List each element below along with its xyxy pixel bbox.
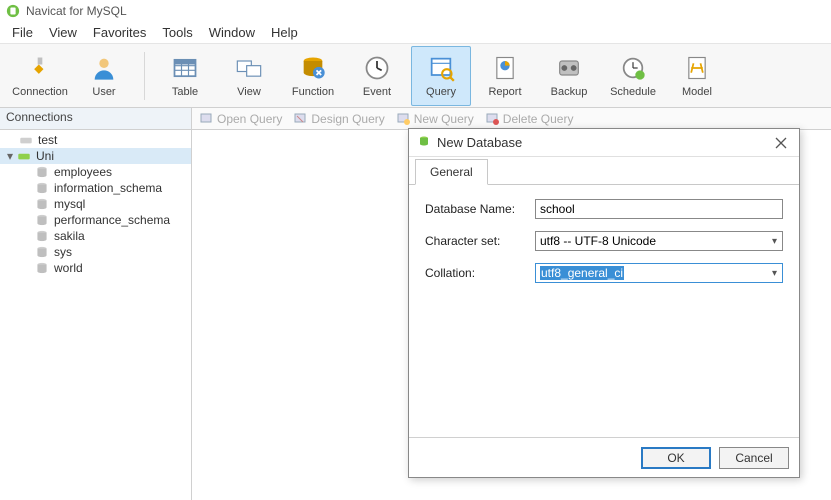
- toolbar-view[interactable]: View: [219, 46, 279, 106]
- connection-on-icon: [16, 149, 32, 163]
- database-icon: [34, 261, 50, 275]
- tree-db-mysql[interactable]: mysql: [0, 196, 191, 212]
- design-query-action[interactable]: Design Query: [294, 112, 384, 126]
- schedule-icon: [619, 54, 647, 82]
- open-query-action[interactable]: Open Query: [200, 112, 282, 126]
- new-query-icon: [397, 112, 411, 126]
- menu-tools[interactable]: Tools: [154, 23, 200, 42]
- input-database-name[interactable]: [535, 199, 783, 219]
- tree-db-information-schema[interactable]: information_schema: [0, 180, 191, 196]
- toolbar-table[interactable]: Table: [155, 46, 215, 106]
- label-character-set: Character set:: [425, 234, 535, 248]
- menu-window[interactable]: Window: [201, 23, 263, 42]
- database-icon: [34, 165, 50, 179]
- toolbar-user[interactable]: User: [74, 46, 134, 106]
- plug-icon: [26, 54, 54, 82]
- tab-general[interactable]: General: [415, 159, 488, 185]
- user-icon: [90, 54, 118, 82]
- select-character-set[interactable]: utf8 -- UTF-8 Unicode ▾: [535, 231, 783, 251]
- view-icon: [235, 54, 263, 82]
- delete-query-icon: [486, 112, 500, 126]
- model-icon: [683, 54, 711, 82]
- title-bar: Navicat for MySQL: [0, 0, 831, 22]
- tree-db-world[interactable]: world: [0, 260, 191, 276]
- chevron-down-icon: ▾: [769, 236, 780, 247]
- database-icon: [34, 245, 50, 259]
- database-icon: [34, 213, 50, 227]
- menu-file[interactable]: File: [4, 23, 41, 42]
- function-icon: [299, 54, 327, 82]
- toolbar-model[interactable]: Model: [667, 46, 727, 106]
- dialog-footer: OK Cancel: [409, 437, 799, 477]
- tree-db-sys[interactable]: sys: [0, 244, 191, 260]
- query-icon: [427, 54, 455, 82]
- toolbar-report[interactable]: Report: [475, 46, 535, 106]
- toolbar-separator: [144, 52, 145, 100]
- open-query-icon: [200, 112, 214, 126]
- toolbar-function[interactable]: Function: [283, 46, 343, 106]
- menu-view[interactable]: View: [41, 23, 85, 42]
- dialog-body: Database Name: Character set: utf8 -- UT…: [409, 185, 799, 437]
- toolbar-event[interactable]: Event: [347, 46, 407, 106]
- label-collation: Collation:: [425, 266, 535, 280]
- database-icon: [34, 181, 50, 195]
- ok-button[interactable]: OK: [641, 447, 711, 469]
- app-title: Navicat for MySQL: [26, 4, 127, 18]
- connections-panel-header: Connections: [0, 108, 192, 129]
- toolbar-schedule[interactable]: Schedule: [603, 46, 663, 106]
- tree-db-performance-schema[interactable]: performance_schema: [0, 212, 191, 228]
- clock-icon: [363, 54, 391, 82]
- tree-connection-uni[interactable]: ▾ Uni: [0, 148, 191, 164]
- menu-bar: File View Favorites Tools Window Help: [0, 22, 831, 44]
- toolbar-backup[interactable]: Backup: [539, 46, 599, 106]
- backup-icon: [555, 54, 583, 82]
- database-icon: [34, 229, 50, 243]
- sub-toolbar: Connections Open Query Design Query New …: [0, 108, 831, 130]
- app-icon: [6, 4, 20, 18]
- database-icon: [417, 134, 431, 151]
- main-toolbar: Connection User Table View Function Even…: [0, 44, 831, 108]
- toolbar-query[interactable]: Query: [411, 46, 471, 106]
- tree-db-sakila[interactable]: sakila: [0, 228, 191, 244]
- database-icon: [34, 197, 50, 211]
- dialog-title-bar: New Database: [409, 129, 799, 157]
- connections-tree: test ▾ Uni employees information_schema …: [0, 130, 192, 500]
- cancel-button[interactable]: Cancel: [719, 447, 789, 469]
- table-icon: [171, 54, 199, 82]
- connection-off-icon: [18, 133, 34, 147]
- tree-db-employees[interactable]: employees: [0, 164, 191, 180]
- toolbar-connection[interactable]: Connection: [10, 46, 70, 106]
- new-database-dialog: New Database General Database Name: Char…: [408, 128, 800, 478]
- new-query-action[interactable]: New Query: [397, 112, 474, 126]
- design-query-icon: [294, 112, 308, 126]
- dialog-tabs: General: [409, 157, 799, 185]
- delete-query-action[interactable]: Delete Query: [486, 112, 574, 126]
- chevron-down-icon: ▾: [769, 268, 780, 279]
- menu-help[interactable]: Help: [263, 23, 306, 42]
- report-icon: [491, 54, 519, 82]
- close-button[interactable]: [771, 133, 791, 153]
- menu-favorites[interactable]: Favorites: [85, 23, 154, 42]
- select-collation[interactable]: utf8_general_ci ▾: [535, 263, 783, 283]
- label-database-name: Database Name:: [425, 202, 535, 216]
- dialog-title: New Database: [437, 135, 522, 150]
- expand-icon[interactable]: ▾: [4, 149, 16, 163]
- tree-connection-test[interactable]: test: [0, 132, 191, 148]
